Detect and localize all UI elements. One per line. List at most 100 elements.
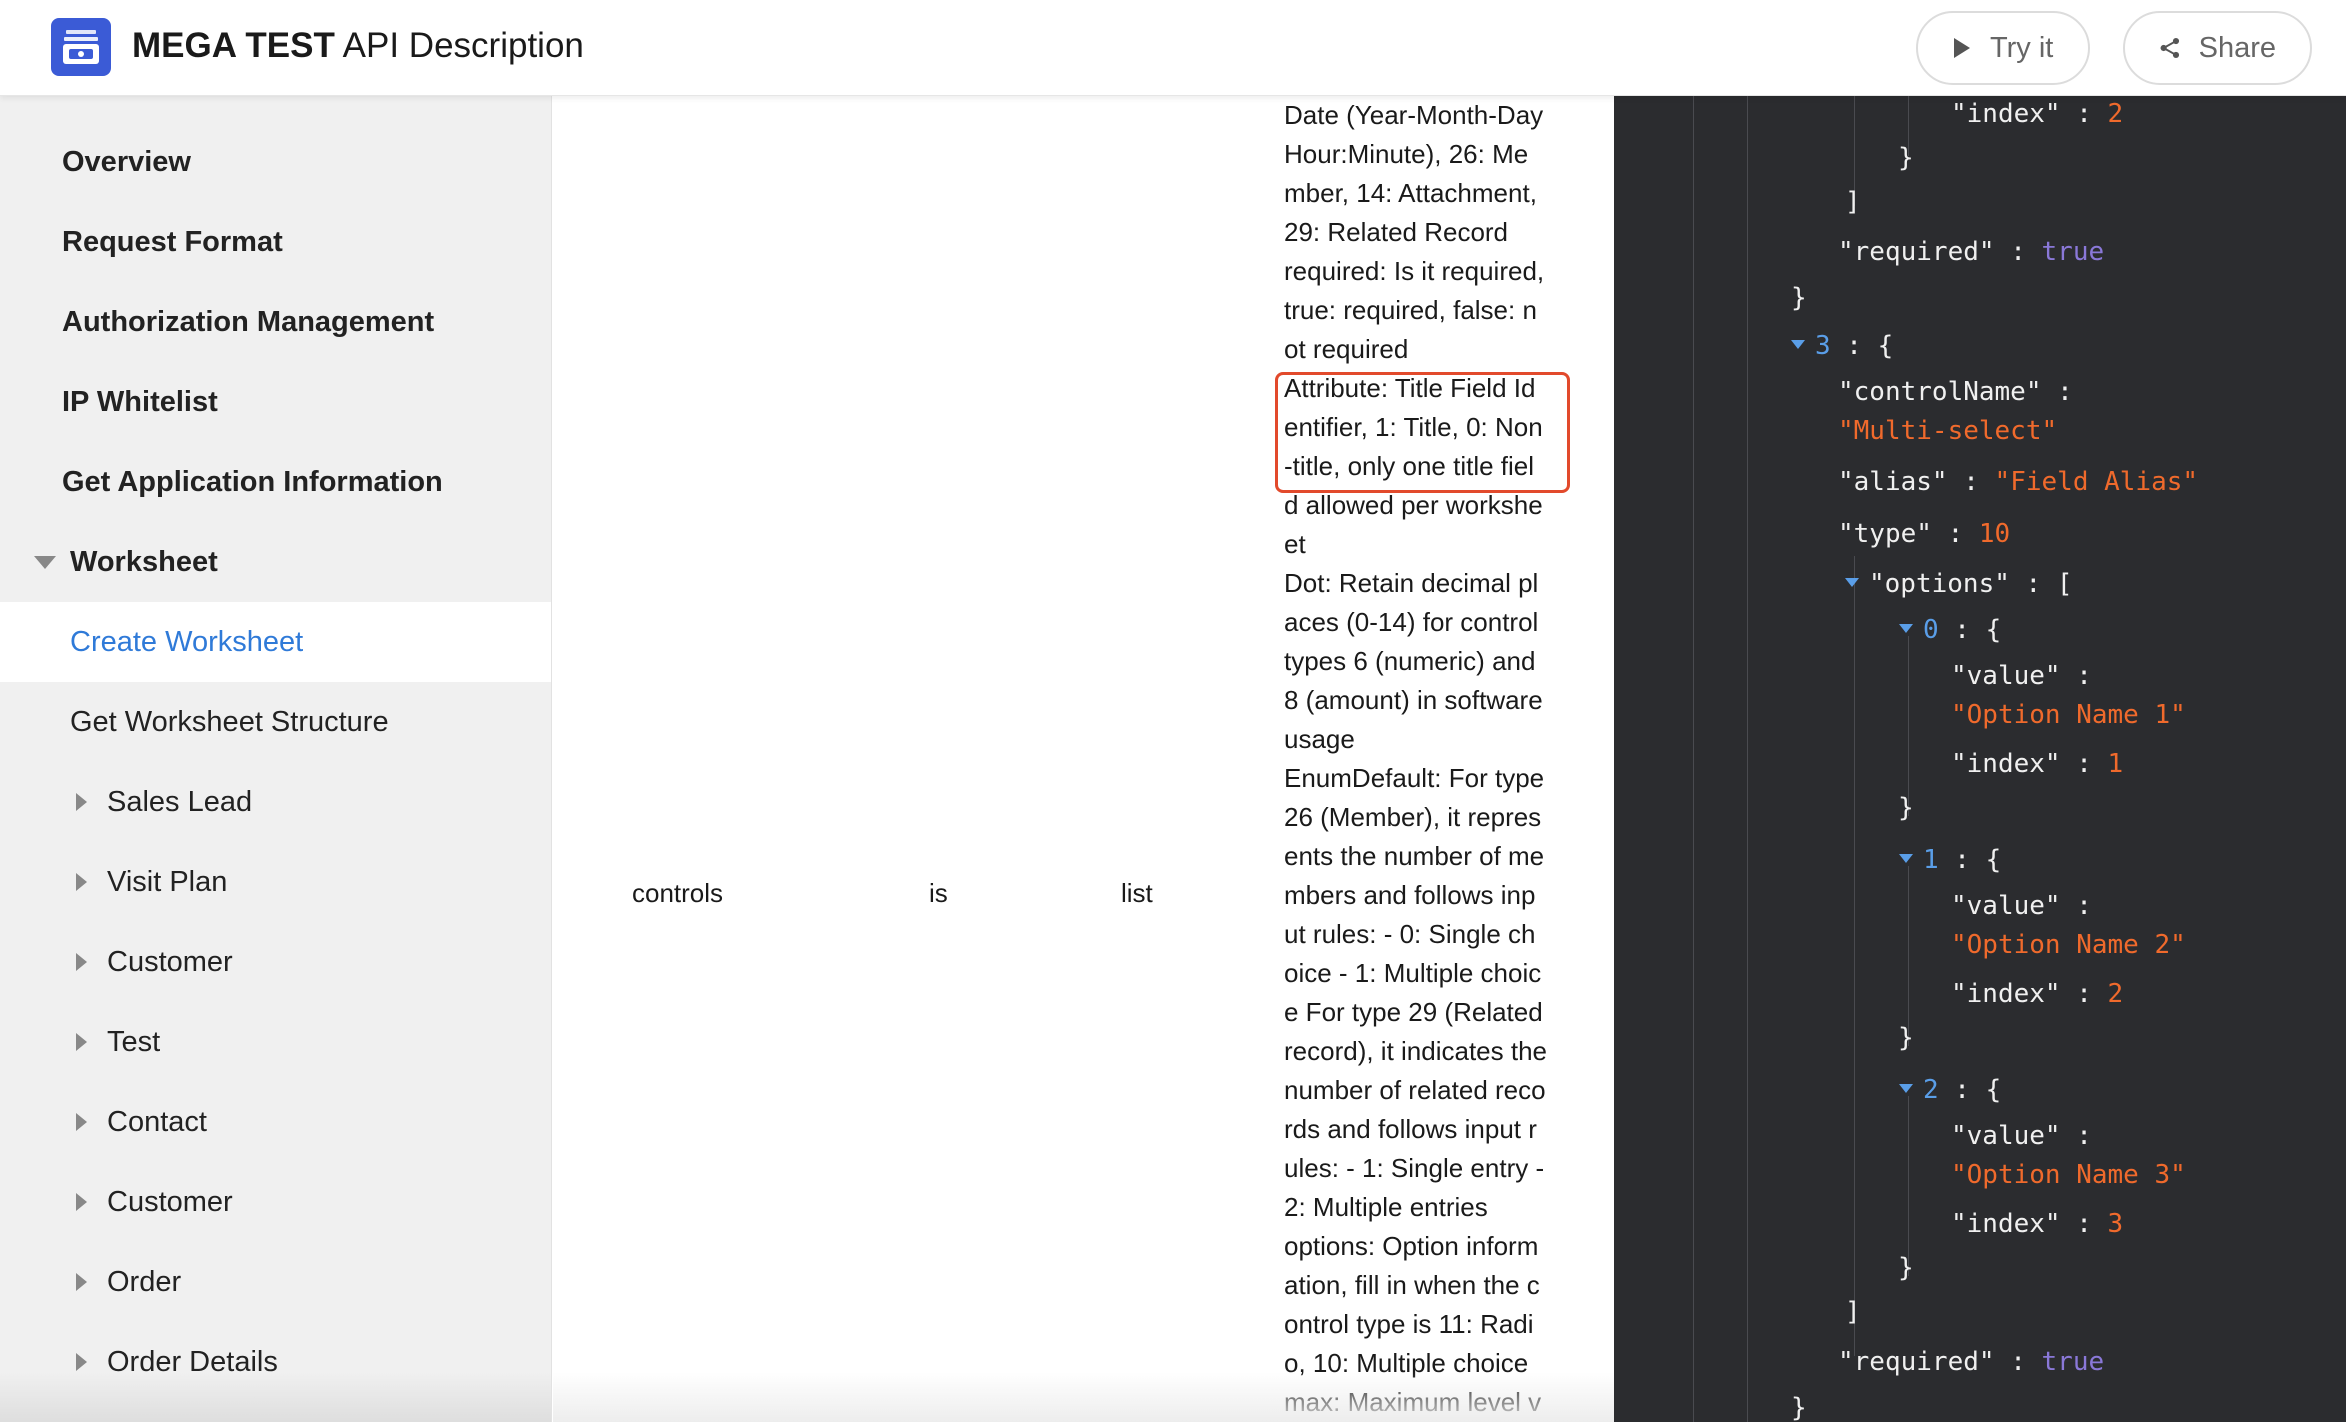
- sidebar-item-get-application-information[interactable]: Get Application Information: [0, 442, 551, 522]
- description-line: ents the number of me: [1284, 841, 1545, 871]
- json-example-panel: "index" : 2 } ] "required" : true } 3 : …: [1614, 96, 2346, 1422]
- json-line: "value" :: [1951, 661, 2092, 691]
- app-title: MEGA TEST API Description: [132, 24, 584, 68]
- sidebar-folder-label: Customer: [107, 1185, 233, 1218]
- try-it-button[interactable]: Try it: [1916, 11, 2090, 85]
- json-line: "Multi-select": [1838, 416, 2058, 446]
- top-header: MEGA TEST API Description Try it Share: [0, 0, 2346, 96]
- sidebar-item-label: Request Format: [62, 225, 283, 258]
- collapse-caret-icon: [1899, 854, 1913, 863]
- collapse-caret-icon: [1899, 624, 1913, 633]
- description-line: types 6 (numeric) and: [1284, 646, 1536, 676]
- sidebar-item-overview[interactable]: Overview: [0, 122, 551, 202]
- param-type-cell: list: [1121, 878, 1153, 908]
- json-line: "controlName" :: [1838, 377, 2073, 407]
- play-icon: [1954, 38, 1970, 58]
- json-line: "value" :: [1951, 891, 2092, 921]
- json-line: }: [1791, 1393, 1807, 1422]
- json-line: }: [1898, 793, 1914, 823]
- caret-down-icon: [34, 555, 56, 569]
- sidebar-folder-contact[interactable]: Contact: [0, 1082, 551, 1162]
- json-line: }: [1898, 143, 1914, 173]
- sidebar-item-get-worksheet-structure[interactable]: Get Worksheet Structure: [0, 682, 551, 762]
- description-line: e For type 29 (Related: [1284, 997, 1543, 1027]
- json-line: "index" : 3: [1951, 1209, 2124, 1239]
- description-line: 8 (amount) in software: [1284, 685, 1543, 715]
- json-line: ]: [1845, 1297, 1861, 1327]
- caret-right-icon: [76, 1193, 87, 1211]
- sidebar-item-label: Overview: [62, 145, 191, 178]
- description-line: EnumDefault: For type: [1284, 763, 1545, 793]
- sidebar-group-worksheet[interactable]: Worksheet: [0, 522, 551, 602]
- collapse-caret-icon: [1899, 1084, 1913, 1093]
- json-line: "Option Name 2": [1951, 930, 2186, 960]
- sidebar-folder-sales-lead[interactable]: Sales Lead: [0, 762, 551, 842]
- sidebar-item-label: Create Worksheet: [70, 625, 304, 658]
- json-line: "index" : 2: [1951, 99, 2124, 129]
- description-line: mber, 14: Attachment,: [1284, 178, 1537, 208]
- description-line: ut rules: - 0: Single ch: [1284, 919, 1536, 949]
- json-node-toggle[interactable]: 3 : {: [1791, 328, 1893, 364]
- description-line: Hour:Minute), 26: Me: [1284, 139, 1529, 169]
- description-line: ules: - 1: Single entry -: [1284, 1153, 1545, 1183]
- share-icon: [2160, 37, 2180, 59]
- sidebar-fade: [0, 1372, 551, 1422]
- json-line: "value" :: [1951, 1121, 2092, 1151]
- description-line: 29: Related Record: [1284, 217, 1509, 247]
- description-line: ot required: [1284, 334, 1409, 364]
- description-line: mbers and follows inp: [1284, 880, 1536, 910]
- param-description-cell: Date (Year-Month-Day Hour:Minute), 26: Me…: [1284, 96, 1574, 1422]
- json-node-toggle[interactable]: 0 : {: [1899, 612, 2001, 648]
- sidebar-item-authorization-management[interactable]: Authorization Management: [0, 282, 551, 362]
- indent-guide: [1908, 1096, 1909, 1276]
- app-title-bold: MEGA TEST: [132, 26, 335, 65]
- json-node-toggle[interactable]: 1 : {: [1899, 842, 2001, 878]
- json-line: "index" : 2: [1951, 979, 2124, 1009]
- indent-guide: [1854, 556, 1855, 1356]
- json-line: }: [1898, 1253, 1914, 1283]
- caret-right-icon: [76, 873, 87, 891]
- sidebar-item-label: Authorization Management: [62, 305, 435, 338]
- indent-guide: [1693, 96, 1694, 1422]
- description-line: number of related reco: [1284, 1075, 1546, 1105]
- app-logo-icon: [51, 18, 111, 76]
- sidebar-folder-label: Customer: [107, 945, 233, 978]
- share-button[interactable]: Share: [2123, 11, 2312, 85]
- json-line: "Option Name 1": [1951, 700, 2186, 730]
- description-line: ation, fill in when the c: [1284, 1270, 1540, 1300]
- description-line: rds and follows input r: [1284, 1114, 1537, 1144]
- description-line: record), it indicates the: [1284, 1036, 1548, 1066]
- share-label: Share: [2198, 31, 2276, 64]
- app-title-rest: API Description: [334, 26, 584, 65]
- sidebar-nav: Overview Request Format Authorization Ma…: [0, 96, 552, 1422]
- sidebar-folder-customer[interactable]: Customer: [0, 922, 551, 1002]
- description-line: ontrol type is 11: Radi: [1284, 1309, 1534, 1339]
- main-fade: [553, 1372, 1614, 1422]
- sidebar-folder-test[interactable]: Test: [0, 1002, 551, 1082]
- sidebar-folder-label: Visit Plan: [107, 865, 228, 898]
- sidebar-folder-label: Sales Lead: [107, 785, 253, 818]
- json-line: "type" : 10: [1838, 519, 2011, 549]
- sidebar-folder-label: Contact: [107, 1105, 207, 1138]
- json-line: ]: [1845, 187, 1861, 217]
- sidebar-folder-order[interactable]: Order: [0, 1242, 551, 1322]
- json-line: }: [1791, 283, 1807, 313]
- indent-guide: [1908, 636, 1909, 816]
- caret-right-icon: [76, 1353, 87, 1371]
- description-line: usage: [1284, 724, 1355, 754]
- sidebar-item-label: Get Worksheet Structure: [70, 705, 389, 738]
- sidebar-item-ip-whitelist[interactable]: IP Whitelist: [0, 362, 551, 442]
- sidebar-item-create-worksheet[interactable]: Create Worksheet: [0, 602, 551, 682]
- json-line: "Option Name 3": [1951, 1160, 2186, 1190]
- json-node-toggle[interactable]: "options" : [: [1845, 566, 2073, 602]
- description-line: aces (0-14) for control: [1284, 607, 1539, 637]
- try-it-label: Try it: [1990, 31, 2054, 64]
- sidebar-item-request-format[interactable]: Request Format: [0, 202, 551, 282]
- sidebar-folder-customer-2[interactable]: Customer: [0, 1162, 551, 1242]
- json-node-toggle[interactable]: 2 : {: [1899, 1072, 2001, 1108]
- description-line: 26 (Member), it repres: [1284, 802, 1542, 832]
- caret-right-icon: [76, 1113, 87, 1131]
- description-line: true: required, false: n: [1284, 295, 1537, 325]
- sidebar-group-label: Worksheet: [70, 545, 218, 578]
- sidebar-folder-visit-plan[interactable]: Visit Plan: [0, 842, 551, 922]
